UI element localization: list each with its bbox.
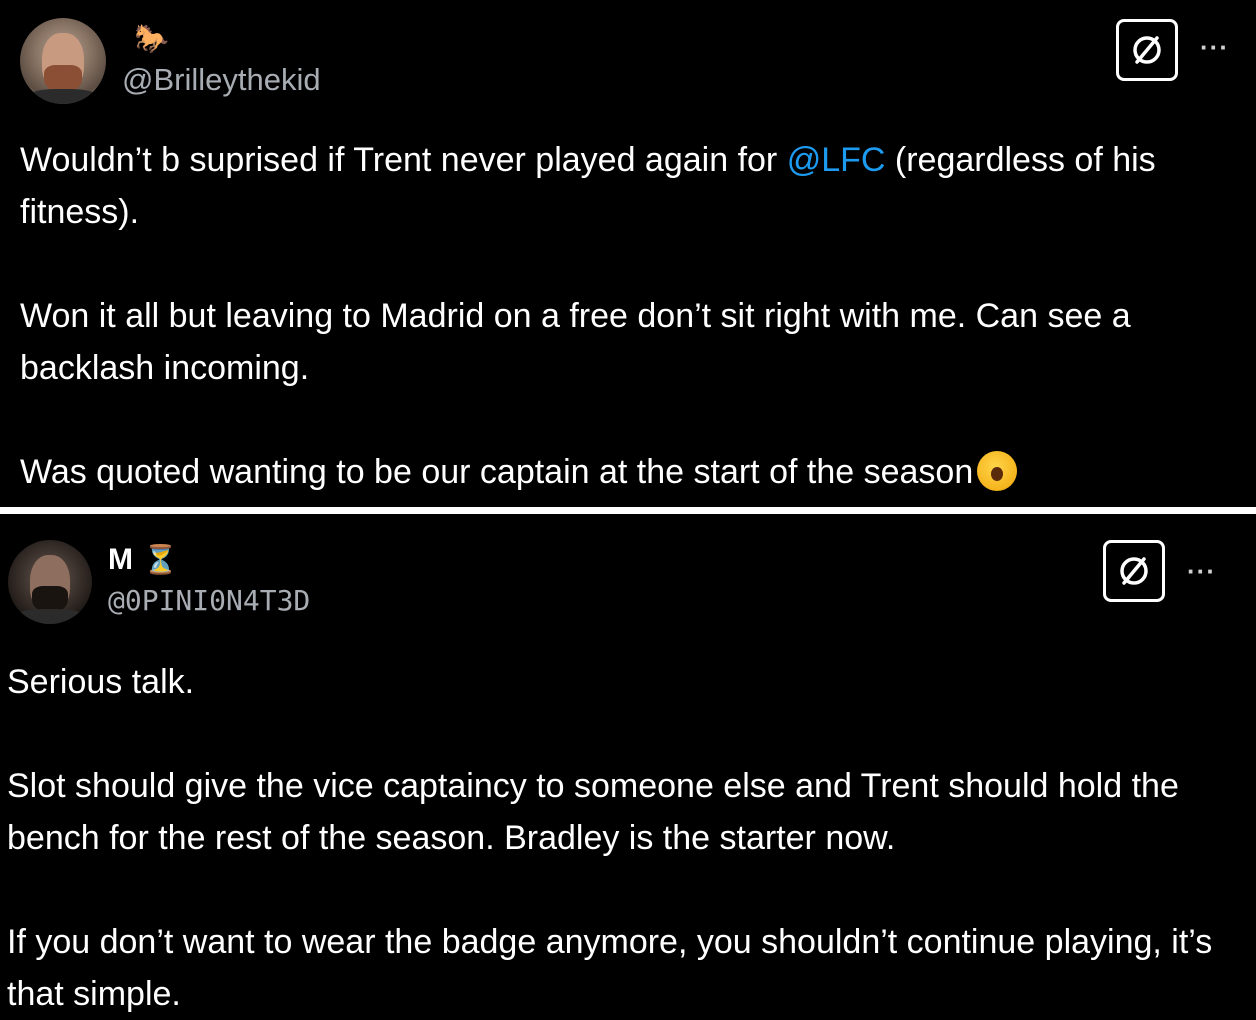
mute-button[interactable]: [1103, 540, 1165, 602]
avatar-shirt: [12, 608, 88, 624]
avatar[interactable]: [20, 18, 106, 104]
hourglass-icon: ⏳: [143, 544, 178, 575]
no-entry-icon: [1120, 557, 1148, 585]
display-name[interactable]: M: [108, 543, 133, 577]
yawning-face-icon: [977, 451, 1018, 491]
paragraph-text: Was quoted wanting to be our captain at …: [20, 453, 974, 491]
horse-icon: 🐎: [134, 23, 169, 54]
tweet-body: Serious talk. Slot should give the vice c…: [7, 656, 1232, 1020]
tweet-paragraph: Was quoted wanting to be our captain at …: [20, 446, 1245, 498]
tweet-body: Wouldn’t b suprised if Trent never playe…: [20, 134, 1245, 498]
avatar-shirt: [24, 88, 102, 104]
author-handle[interactable]: @0PINI0N4T3D: [108, 584, 310, 617]
tweet-paragraph: Serious talk.: [7, 663, 195, 701]
author-name-row[interactable]: M ⏳: [108, 542, 178, 578]
author-handle[interactable]: @Brilleythekid: [122, 62, 321, 98]
tweet-card-2: M ⏳ @0PINI0N4T3D ··· Serious talk. Slot s…: [0, 514, 1256, 1016]
more-options-icon[interactable]: ···: [1200, 32, 1229, 63]
mention-link[interactable]: @LFC: [787, 141, 886, 179]
tweet-paragraph: Slot should give the vice captaincy to s…: [7, 767, 1189, 857]
tweet-paragraph: If you don’t want to wear the badge anym…: [7, 923, 1222, 1013]
paragraph-text: Wouldn’t b suprised if Trent never playe…: [20, 141, 787, 179]
mute-button[interactable]: [1116, 19, 1178, 81]
more-options-icon[interactable]: ···: [1187, 556, 1216, 587]
no-entry-icon: [1133, 36, 1161, 64]
avatar[interactable]: [8, 540, 92, 624]
tweet-card-1: 🐎 @Brilleythekid ··· Wouldn’t b suprised…: [0, 0, 1256, 507]
tweet-paragraph: Wouldn’t b suprised if Trent never playe…: [20, 134, 1245, 238]
author-name-row[interactable]: 🐎: [124, 22, 169, 56]
tweet-paragraph: Won it all but leaving to Madrid on a fr…: [20, 297, 1141, 387]
tweet-separator: [0, 507, 1256, 514]
